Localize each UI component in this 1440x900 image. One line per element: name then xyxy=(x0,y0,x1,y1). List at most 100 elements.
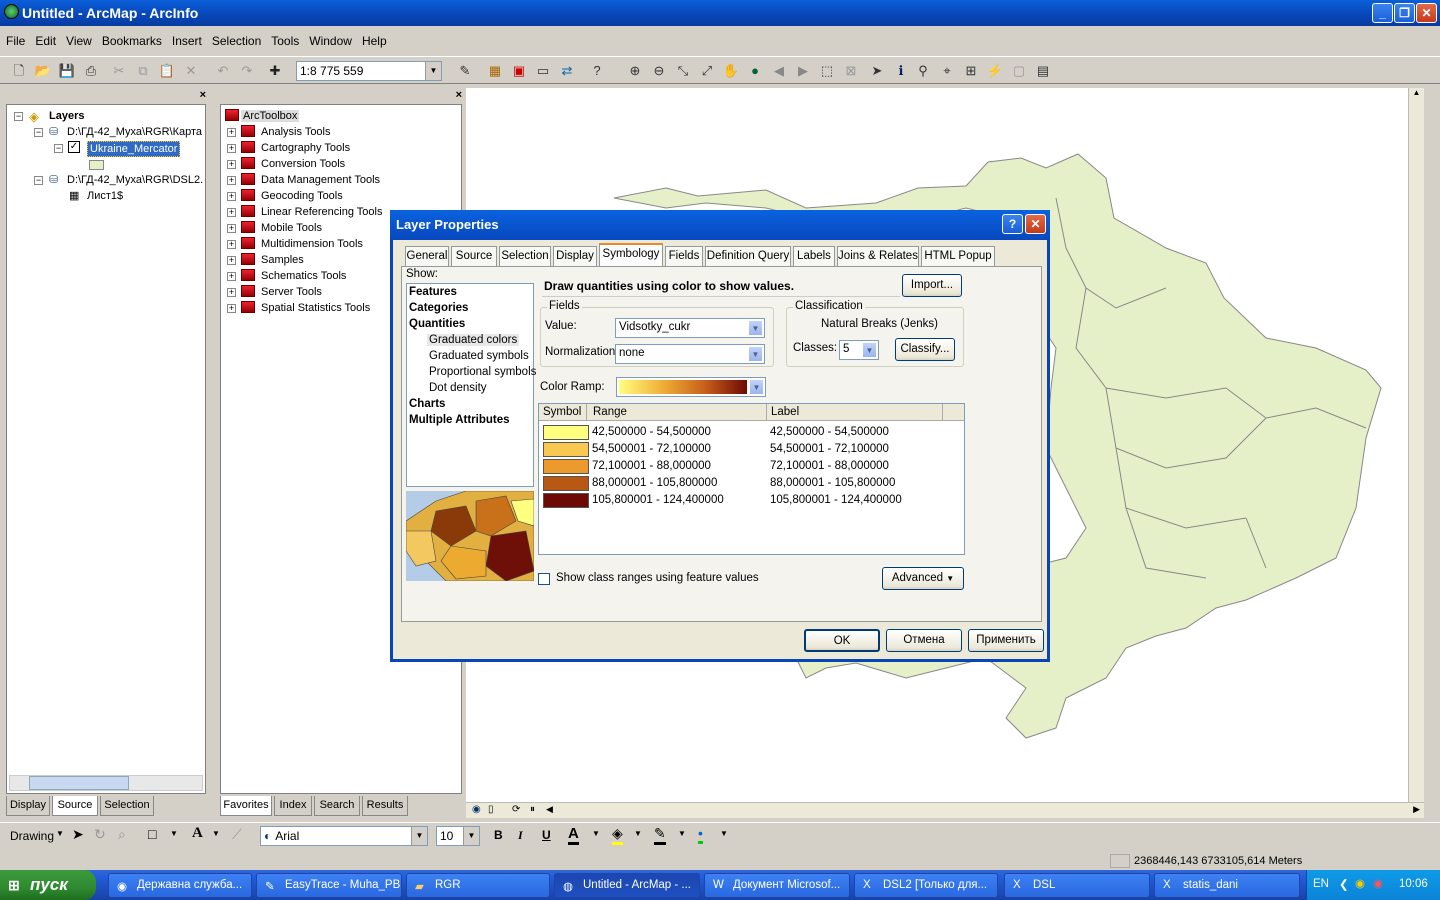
zoom-out-icon[interactable]: ⊖ xyxy=(650,62,668,80)
task-word[interactable]: W Документ Microsof... xyxy=(704,873,850,898)
modelbuilder-icon[interactable]: ⇄ xyxy=(558,62,576,80)
toolbox-item[interactable]: Spatial Statistics Tools xyxy=(261,302,370,314)
task-chrome[interactable]: ◉ Державна служба... xyxy=(108,873,252,898)
chevron-down-icon[interactable]: ▼ xyxy=(748,346,763,362)
chevron-down-icon[interactable]: ▼ xyxy=(170,829,178,838)
expand-icon[interactable]: + xyxy=(227,240,236,249)
toc-root[interactable]: Layers xyxy=(49,110,84,122)
html-popup-icon[interactable]: ▢ xyxy=(1010,62,1028,80)
line-color-icon[interactable]: ✎ xyxy=(654,825,666,845)
class-range[interactable]: 54,500001 - 72,100000 xyxy=(592,443,711,455)
menu-file[interactable]: File xyxy=(0,30,29,48)
pause-icon[interactable]: ⏸ xyxy=(530,804,535,815)
scroll-right-icon[interactable]: ▶ xyxy=(1413,804,1420,815)
tab-fields[interactable]: Fields xyxy=(665,246,703,267)
open-icon[interactable]: 📂 xyxy=(34,62,52,80)
toolbox-root[interactable]: ArcToolbox xyxy=(241,110,300,122)
cut-icon[interactable]: ✂ xyxy=(110,62,128,80)
expand-icon[interactable]: + xyxy=(227,128,236,137)
show-item-graduated-symbols[interactable]: Graduated symbols xyxy=(429,350,529,362)
collapse-icon[interactable]: − xyxy=(54,144,63,153)
expand-icon[interactable]: + xyxy=(227,288,236,297)
tab-html-popup[interactable]: HTML Popup xyxy=(921,246,995,267)
tray-app-icon[interactable]: ◉ xyxy=(1355,876,1365,890)
toolbox-tab-search[interactable]: Search xyxy=(314,796,360,816)
copy-icon[interactable]: ⧉ xyxy=(134,62,152,80)
select-elements-icon[interactable]: ➤ xyxy=(868,62,886,80)
toolbox-item[interactable]: Data Management Tools xyxy=(261,174,380,186)
marker-color-icon[interactable]: • xyxy=(698,825,703,844)
close-icon[interactable]: × xyxy=(200,89,206,101)
tab-display[interactable]: Display xyxy=(553,246,597,267)
clear-selection-icon[interactable]: ⊠ xyxy=(842,62,860,80)
fixed-zoom-out-icon[interactable]: ⤢ xyxy=(698,62,716,80)
zoom-whole-page-icon[interactable]: ⌕ xyxy=(118,826,126,843)
toolbox-item[interactable]: Schematics Tools xyxy=(261,270,346,282)
show-item-features[interactable]: Features xyxy=(409,286,457,298)
delete-icon[interactable]: ✕ xyxy=(182,62,200,80)
layer-checkbox[interactable]: ✓ xyxy=(68,141,80,153)
menu-tools[interactable]: Tools xyxy=(265,30,303,48)
map-vertical-scrollbar[interactable]: ▲ xyxy=(1408,88,1424,802)
pan-icon[interactable]: ✋ xyxy=(722,62,740,80)
select-elements-icon[interactable]: ➤ xyxy=(72,826,84,843)
expand-icon[interactable]: + xyxy=(227,272,236,281)
paste-icon[interactable]: 📋 xyxy=(158,62,176,80)
expand-icon[interactable]: + xyxy=(227,192,236,201)
menu-insert[interactable]: Insert xyxy=(166,30,206,48)
tray-antivirus-icon[interactable]: ◉ xyxy=(1373,876,1383,890)
class-row[interactable]: 42,500000 - 54,500000 42,500000 - 54,5000… xyxy=(539,424,964,441)
class-range[interactable]: 42,500000 - 54,500000 xyxy=(592,426,711,438)
class-symbol-swatch[interactable] xyxy=(543,442,589,457)
class-label[interactable]: 72,100001 - 88,000000 xyxy=(770,460,889,472)
chevron-down-icon[interactable]: ▼ xyxy=(720,829,728,838)
show-item-quantities[interactable]: Quantities xyxy=(409,318,465,330)
toc-tab-source[interactable]: Source xyxy=(52,796,98,816)
layer-symbol-swatch[interactable] xyxy=(89,160,104,170)
menu-bookmarks[interactable]: Bookmarks xyxy=(96,30,166,48)
class-symbol-swatch[interactable] xyxy=(543,459,589,474)
toolbox-tab-results[interactable]: Results xyxy=(362,796,408,816)
toolbox-item[interactable]: Linear Referencing Tools xyxy=(261,206,382,218)
rotate-icon[interactable]: ↻ xyxy=(94,826,106,843)
column-label[interactable]: Label xyxy=(767,404,943,421)
font-select[interactable]: ◐ Arial ▼ xyxy=(260,826,428,846)
toolbox-item[interactable]: Multidimension Tools xyxy=(261,238,363,250)
bold-icon[interactable]: B xyxy=(494,828,503,842)
column-range[interactable]: Range xyxy=(587,404,767,421)
class-label[interactable]: 105,800001 - 124,400000 xyxy=(770,494,902,506)
advanced-button[interactable]: Advanced ▼ xyxy=(882,567,964,590)
tab-general[interactable]: General xyxy=(405,246,449,267)
forward-extent-icon[interactable]: ▶ xyxy=(794,62,812,80)
expand-icon[interactable]: + xyxy=(227,256,236,265)
save-icon[interactable]: 💾 xyxy=(58,62,76,80)
task-easytrace[interactable]: ✎ EasyTrace - Muha_PB xyxy=(256,873,402,898)
fixed-zoom-in-icon[interactable]: ⤡ xyxy=(674,62,692,80)
minimize-button[interactable]: _ xyxy=(1372,3,1393,23)
menu-window[interactable]: Window xyxy=(303,30,356,48)
class-row[interactable]: 105,800001 - 124,400000 105,800001 - 124,… xyxy=(539,492,964,509)
toc-item-dsl2[interactable]: D:\ГД-42_Муха\RGR\DSL2. xyxy=(67,174,203,186)
toolbox-item[interactable]: Mobile Tools xyxy=(261,222,322,234)
redo-icon[interactable]: ↷ xyxy=(238,62,256,80)
class-label[interactable]: 88,000001 - 105,800000 xyxy=(770,477,895,489)
toolbox-tab-favorites[interactable]: Favorites xyxy=(220,796,272,816)
arccatalog-icon[interactable]: ▦ xyxy=(486,62,504,80)
show-item-dot-density[interactable]: Dot density xyxy=(429,382,487,394)
find-icon[interactable]: ⚲ xyxy=(914,62,932,80)
refresh-icon[interactable]: ⟳ xyxy=(512,804,520,815)
tab-joins-relates[interactable]: Joins & Relates xyxy=(837,246,919,267)
expand-icon[interactable]: + xyxy=(227,304,236,313)
show-item-multiple-attributes[interactable]: Multiple Attributes xyxy=(409,414,510,426)
full-extent-icon[interactable]: ● xyxy=(746,62,764,80)
arctoolbox-icon[interactable]: ▣ xyxy=(510,62,528,80)
expand-icon[interactable]: + xyxy=(227,224,236,233)
layout-view-icon[interactable]: ▯ xyxy=(488,804,494,815)
toolbox-item[interactable]: Cartography Tools xyxy=(261,142,350,154)
tab-definition-query[interactable]: Definition Query xyxy=(705,246,791,267)
new-icon[interactable]: 🗋 xyxy=(10,62,28,80)
tab-source[interactable]: Source xyxy=(451,246,497,267)
color-ramp-select[interactable]: ▼ xyxy=(616,377,766,397)
class-label[interactable]: 54,500001 - 72,100000 xyxy=(770,443,889,455)
select-features-icon[interactable]: ⬚ xyxy=(818,62,836,80)
